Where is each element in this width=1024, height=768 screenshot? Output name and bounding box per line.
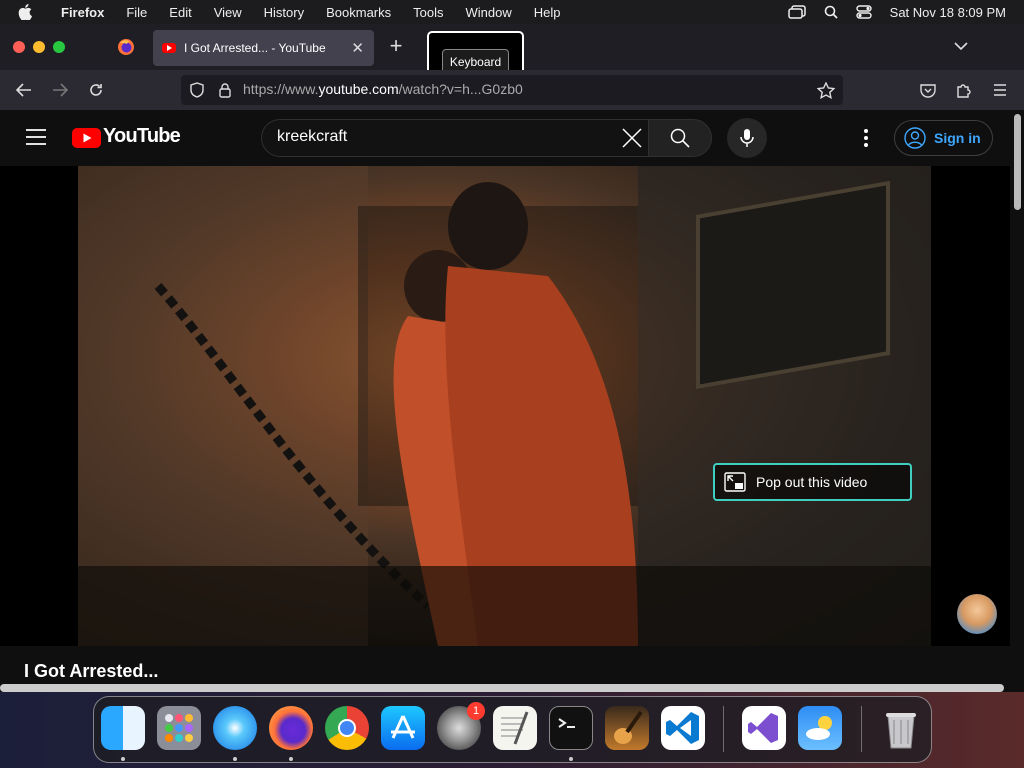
lock-icon[interactable] xyxy=(215,80,235,100)
vscode-icon[interactable] xyxy=(661,706,705,750)
vertical-scrollbar-thumb[interactable] xyxy=(1014,114,1021,210)
firefox-icon xyxy=(118,39,134,55)
pocket-icon[interactable] xyxy=(918,80,938,100)
list-all-tabs-chevron-icon[interactable] xyxy=(954,38,968,56)
horizontal-scrollbar[interactable] xyxy=(0,684,1004,692)
trash-icon[interactable] xyxy=(879,706,923,750)
video-scene xyxy=(78,166,931,646)
account-circle-icon xyxy=(904,127,926,149)
menu-history[interactable]: History xyxy=(253,5,315,20)
notification-badge: 1 xyxy=(467,702,485,720)
search-icon xyxy=(670,128,690,148)
chrome-icon[interactable] xyxy=(325,706,369,750)
picture-in-picture-icon xyxy=(724,472,746,492)
close-tab-icon[interactable]: ✕ xyxy=(351,39,364,57)
guide-menu-icon[interactable] xyxy=(26,129,46,150)
sign-in-button[interactable]: Sign in xyxy=(894,120,993,156)
video-frame[interactable] xyxy=(78,166,931,646)
window-close-button[interactable] xyxy=(13,41,25,53)
macos-menu-bar: Firefox File Edit View History Bookmarks… xyxy=(0,0,1024,24)
terminal-icon[interactable] xyxy=(549,706,593,750)
back-arrow-icon[interactable] xyxy=(14,80,34,100)
extensions-puzzle-icon[interactable] xyxy=(954,80,974,100)
firefox-icon[interactable] xyxy=(269,706,313,750)
voice-search-button[interactable] xyxy=(727,118,767,158)
more-options-icon[interactable] xyxy=(856,126,876,150)
menu-app-name[interactable]: Firefox xyxy=(50,5,115,20)
apple-menu-icon[interactable] xyxy=(18,4,34,20)
menu-tools[interactable]: Tools xyxy=(402,5,454,20)
dock-separator-2 xyxy=(861,706,862,752)
pop-out-video-button[interactable]: Pop out this video xyxy=(713,463,912,501)
finder-running-dot xyxy=(121,757,125,761)
terminal-running-dot xyxy=(569,757,573,761)
app-store-icon[interactable] xyxy=(381,706,425,750)
visual-studio-icon[interactable] xyxy=(742,706,786,750)
menu-window[interactable]: Window xyxy=(455,5,523,20)
hamburger-menu-icon[interactable] xyxy=(990,80,1010,100)
safari-icon[interactable] xyxy=(213,706,257,750)
spotlight-search-icon[interactable] xyxy=(824,5,838,19)
url-path: /watch?v=h...G0zb0 xyxy=(398,81,523,97)
microphone-icon xyxy=(740,129,754,147)
video-title[interactable]: I Got Arrested... xyxy=(24,661,158,682)
launchpad-icon[interactable] xyxy=(157,706,201,750)
menu-help[interactable]: Help xyxy=(523,5,572,20)
safari-running-dot xyxy=(233,757,237,761)
youtube-favicon-icon xyxy=(162,43,176,53)
url-domain: youtube.com xyxy=(318,81,399,97)
tab-title: I Got Arrested... - YouTube xyxy=(184,41,326,55)
sign-in-label: Sign in xyxy=(934,130,981,146)
menu-view[interactable]: View xyxy=(203,5,253,20)
forward-arrow-icon[interactable] xyxy=(50,80,70,100)
weather-icon[interactable] xyxy=(798,706,842,750)
url-text[interactable]: https://www.youtube.com/watch?v=h...G0zb… xyxy=(243,81,523,97)
finder-icon[interactable] xyxy=(101,706,145,750)
menu-file[interactable]: File xyxy=(115,5,158,20)
firefox-running-dot xyxy=(289,757,293,761)
search-button[interactable] xyxy=(648,119,712,157)
youtube-logo-text[interactable]: YouTube xyxy=(103,125,181,148)
avatar[interactable] xyxy=(957,594,997,634)
stage-manager-icon[interactable] xyxy=(787,5,806,19)
search-input[interactable]: kreekcraft xyxy=(277,128,347,146)
tab-active-youtube[interactable]: I Got Arrested... - YouTube ✕ xyxy=(153,30,374,66)
new-tab-button[interactable]: + xyxy=(384,35,408,59)
window-minimize-button[interactable] xyxy=(33,41,45,53)
pinned-tab-firefox[interactable] xyxy=(110,32,142,62)
dock-separator xyxy=(723,706,724,752)
youtube-logo-icon[interactable] xyxy=(72,128,101,153)
tracking-protection-shield-icon[interactable] xyxy=(187,80,207,100)
garageband-icon[interactable] xyxy=(605,706,649,750)
reload-icon[interactable] xyxy=(86,80,106,100)
url-prefix: https://www. xyxy=(243,81,319,97)
bookmark-star-icon[interactable] xyxy=(816,80,836,100)
menu-edit[interactable]: Edit xyxy=(158,5,202,20)
menu-bookmarks[interactable]: Bookmarks xyxy=(315,5,402,20)
menu-bar-clock[interactable]: Sat Nov 18 8:09 PM xyxy=(890,5,1006,20)
control-center-icon[interactable] xyxy=(855,5,872,19)
textedit-icon[interactable] xyxy=(493,706,537,750)
window-zoom-button[interactable] xyxy=(53,41,65,53)
vertical-scrollbar[interactable] xyxy=(1012,110,1024,696)
pop-out-label: Pop out this video xyxy=(756,474,868,490)
clear-search-icon[interactable] xyxy=(620,126,644,150)
